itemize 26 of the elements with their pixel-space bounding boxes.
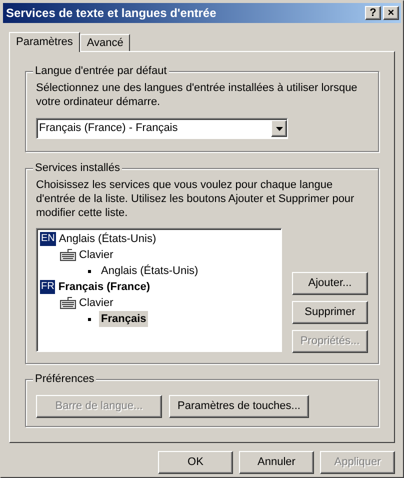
close-button[interactable]: × [383,6,399,20]
push-button[interactable]: Annuler [239,451,314,474]
push-button[interactable]: Paramètres de touches... [169,395,309,418]
window-title: Services de texte et langues d'entrée [6,5,218,22]
tree-item[interactable]: Anglais (États-Unis) [58,230,156,248]
push-button[interactable]: Supprimer [292,301,368,324]
bullet-icon [88,270,91,272]
keyboard-icon [60,249,76,261]
tab[interactable]: Paramètres [9,32,80,52]
tree-item[interactable]: Français [99,310,148,328]
help-button[interactable]: ? [365,6,381,20]
group-title: Langue d'entrée par défaut [33,64,169,78]
language-dropdown[interactable]: Français (France) - Français [36,118,288,139]
tree-item[interactable]: Clavier [79,294,114,312]
description-text: Choisissez les services que vous voulez pour chaque langue d'entrée de la liste. Utilisez les boutons Ajouter et Supprimer pour modifier cette liste. [36,178,356,220]
tab[interactable]: Avancé [80,34,130,51]
keyboard-icon [60,297,76,309]
language-code-icon: EN [40,232,56,246]
tree-item[interactable]: Français (France) [58,278,150,296]
push-button[interactable]: OK [158,451,233,474]
language-code-icon: FR [40,280,56,294]
push-button[interactable]: Ajouter... [292,272,368,295]
bullet-icon [88,318,91,320]
tree-item[interactable]: Clavier [79,246,114,264]
description-text: Sélectionnez une des langues d'entrée installées à utiliser lorsque votre ordinateur démarre. [36,81,358,109]
tree-item[interactable]: Anglais (États-Unis) [99,262,200,280]
